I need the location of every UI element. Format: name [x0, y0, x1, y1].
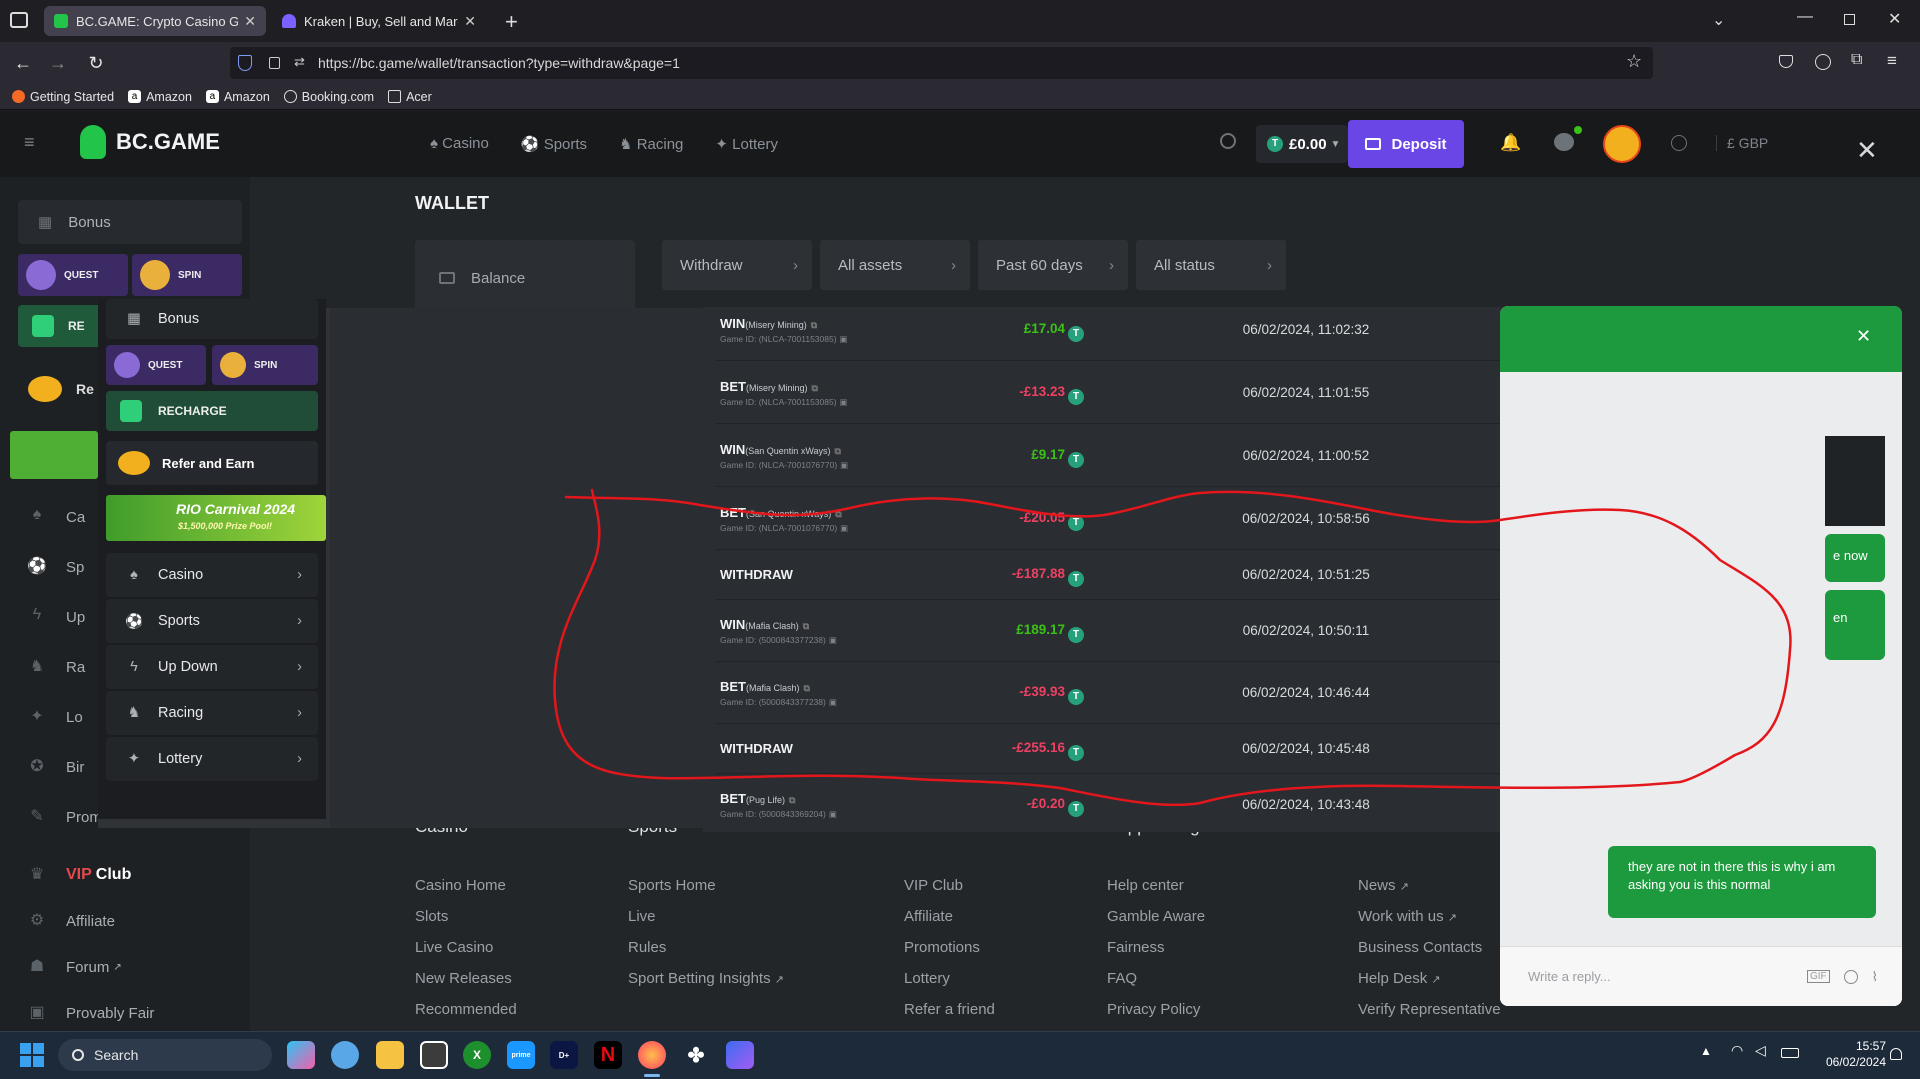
globe-icon — [283, 90, 297, 103]
onedrive-icon[interactable] — [331, 1041, 359, 1069]
bcgame-site: ≡ BC.GAME ♠ Casino ⚽ Sports ♞ Racing ✦ L… — [0, 111, 1920, 1031]
tab-kraken[interactable]: Kraken | Buy, Sell and Margin Tr ✕ — [272, 6, 486, 36]
url-text: https://bc.game/wallet/transaction?type=… — [318, 55, 680, 71]
app-icon-2[interactable] — [726, 1041, 754, 1069]
netflix-icon[interactable]: N — [594, 1041, 622, 1069]
disney-plus-icon[interactable]: D+ — [550, 1041, 578, 1069]
lock-icon[interactable] — [269, 57, 280, 69]
clock[interactable]: 15:57 06/02/2024 — [1806, 1038, 1886, 1070]
minimize-icon[interactable]: — — [1797, 8, 1813, 26]
file-explorer-icon[interactable] — [376, 1041, 404, 1069]
bookmark-amazon[interactable]: a Amazon — [128, 90, 192, 104]
bookmark-star-icon[interactable]: ☆ — [1626, 51, 1642, 72]
time: 15:57 — [1855, 1039, 1886, 1053]
browser-tab-bar: BC.GAME: Crypto Casino Game ✕ Kraken | B… — [0, 0, 1920, 42]
extensions-icon[interactable]: ⧉ — [1851, 51, 1862, 69]
tab-label: Kraken | Buy, Sell and Margin Tr — [304, 13, 458, 29]
bookmark-amazon-2[interactable]: a Amazon — [205, 90, 270, 104]
kraken-favicon — [282, 14, 296, 28]
battery-icon[interactable] — [1781, 1048, 1799, 1058]
firefox-icon[interactable] — [638, 1041, 666, 1069]
forward-arrow-icon[interactable]: → — [45, 50, 71, 76]
address-bar[interactable]: https://bc.game/wallet/transaction?type=… — [230, 47, 1653, 79]
amazon-icon: a — [128, 90, 142, 103]
amazon-icon: a — [205, 90, 219, 103]
xbox-icon[interactable]: X — [463, 1041, 491, 1069]
prime-video-icon[interactable]: prime — [507, 1041, 535, 1069]
tab-label: BC.GAME: Crypto Casino Game — [76, 13, 239, 29]
reload-icon[interactable]: ↻ — [83, 50, 109, 76]
bookmark-folder-acer[interactable]: Acer — [388, 90, 432, 104]
tab-list-chevron-icon[interactable]: ⌄ — [1712, 10, 1725, 30]
bookmark-getting-started[interactable]: Getting Started — [12, 90, 114, 104]
close-window-icon[interactable]: ✕ — [1888, 9, 1901, 29]
tab-bcgame[interactable]: BC.GAME: Crypto Casino Game ✕ — [44, 6, 266, 36]
close-tab-icon[interactable]: ✕ — [244, 13, 256, 30]
permissions-icon[interactable]: ⇄ — [294, 54, 305, 70]
taskbar-search[interactable]: Search — [58, 1039, 272, 1071]
volume-icon[interactable]: ◁ — [1755, 1042, 1766, 1059]
date: 06/02/2024 — [1825, 1055, 1886, 1069]
active-app-indicator — [644, 1074, 660, 1077]
firefox-icon — [12, 90, 25, 103]
tab-overview-icon[interactable] — [10, 12, 28, 28]
bookmarks-bar: Getting Started a Amazon a Amazon Booking.… — [0, 84, 1920, 110]
new-tab-icon[interactable]: + — [505, 9, 518, 35]
close-tab-icon[interactable]: ✕ — [464, 13, 476, 30]
menu-icon[interactable]: ≡ — [1887, 51, 1897, 71]
search-icon — [72, 1049, 84, 1061]
restore-icon[interactable] — [1844, 14, 1855, 25]
folder-icon — [388, 90, 402, 103]
bookmark-booking[interactable]: Booking.com — [283, 90, 374, 104]
microsoft-store-icon[interactable] — [420, 1041, 448, 1069]
app-icon[interactable]: ✤ — [682, 1041, 710, 1069]
notification-icon[interactable] — [1890, 1048, 1902, 1060]
copilot-icon[interactable] — [287, 1041, 315, 1069]
windows-start-icon[interactable] — [20, 1043, 44, 1067]
wifi-icon[interactable]: ◠ — [1731, 1042, 1743, 1059]
shield-icon[interactable] — [238, 55, 252, 71]
red-annotation-circle — [553, 488, 1792, 807]
back-arrow-icon[interactable]: ← — [10, 50, 36, 76]
bcgame-favicon — [54, 14, 68, 28]
show-hidden-icons-chevron[interactable]: ▲ — [1700, 1044, 1712, 1058]
account-icon[interactable] — [1815, 54, 1831, 70]
